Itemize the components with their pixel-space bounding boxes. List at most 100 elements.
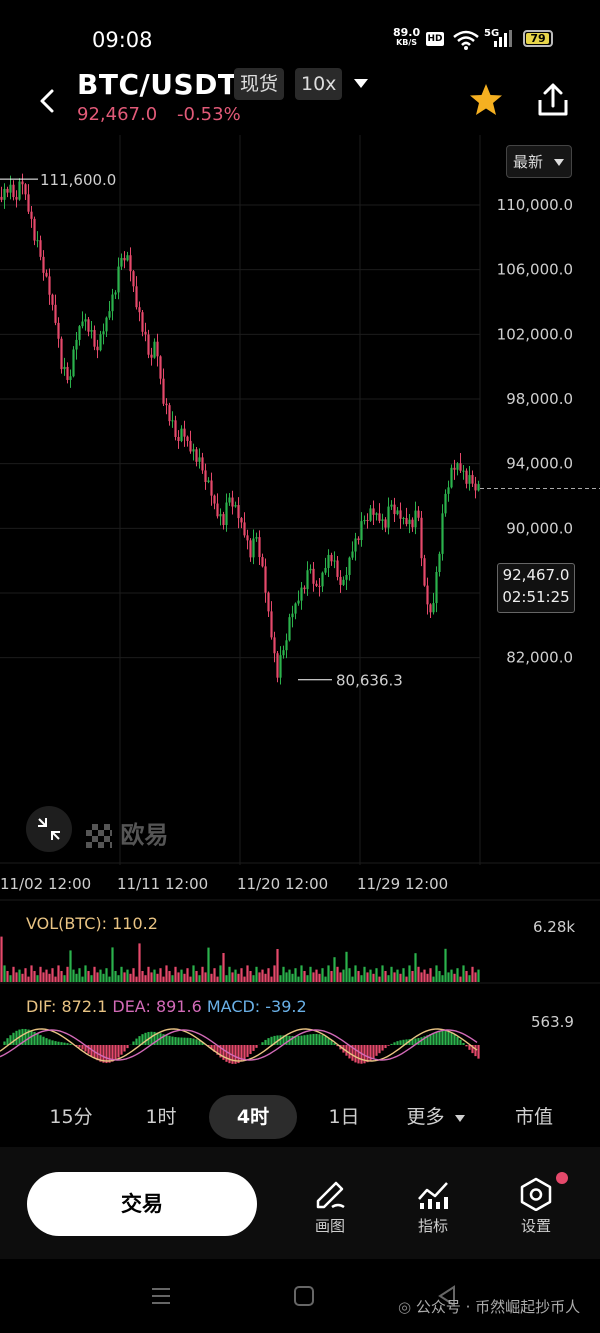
tab-4h[interactable]: 4时 [209, 1095, 297, 1139]
macd-bar [30, 1030, 33, 1045]
candle-body [132, 271, 135, 287]
tab-15m[interactable]: 15分 [40, 1095, 102, 1139]
volume-bar [393, 972, 396, 982]
candle-body [459, 463, 462, 471]
volume-bar [291, 973, 294, 982]
candle-body [435, 571, 438, 604]
macd-bar [120, 1045, 123, 1055]
tab-1h[interactable]: 1时 [130, 1095, 192, 1139]
collapse-chart-button[interactable] [26, 806, 72, 852]
pair-title[interactable]: BTC/USDT [77, 68, 237, 101]
macd-bar [444, 1030, 447, 1045]
candle-body [423, 558, 426, 586]
volume-bar [156, 973, 159, 982]
macd-bar [255, 1045, 258, 1048]
candle-body [150, 354, 153, 358]
tab-market-cap[interactable]: 市值 [503, 1095, 565, 1139]
volume-bar [396, 969, 399, 982]
volume-bar [228, 966, 231, 982]
candle-body [243, 522, 246, 536]
volume-bar [399, 973, 402, 982]
macd-bar [438, 1031, 441, 1045]
back-icon[interactable] [36, 88, 58, 114]
volume-bar [447, 972, 450, 982]
macd-bar [267, 1038, 270, 1045]
network-speed: 89.0 KB/S [393, 27, 420, 48]
dropdown-caret-icon[interactable] [353, 78, 369, 90]
macd-bar [252, 1045, 255, 1051]
macd-bar [63, 1042, 66, 1045]
candle-body [372, 508, 375, 515]
tab-1d[interactable]: 1日 [313, 1095, 375, 1139]
menu-icon[interactable] [150, 1285, 172, 1307]
tab-more[interactable]: 更多 [400, 1095, 472, 1139]
macd-bar [36, 1033, 39, 1045]
home-icon[interactable] [293, 1285, 315, 1307]
volume-bar [324, 976, 327, 982]
macd-bar [114, 1045, 117, 1060]
volume-bar [117, 975, 120, 982]
candle-body [213, 495, 216, 504]
volume-bar [333, 957, 336, 982]
share-icon[interactable] [535, 82, 571, 118]
volume-bar [444, 948, 447, 982]
candle-body [417, 510, 420, 518]
settings-button[interactable]: 设置 [501, 1177, 571, 1236]
candle-body [297, 600, 300, 604]
candle-body [108, 311, 111, 318]
volume-bar [99, 969, 102, 982]
macd-bar [477, 1045, 480, 1059]
volume-bar [390, 966, 393, 982]
indicators-label: 指标 [417, 1217, 448, 1235]
macd-bar [144, 1032, 147, 1045]
candle-body [249, 540, 252, 558]
volume-bar [153, 969, 156, 982]
candle-body [342, 579, 345, 585]
macd-bar [81, 1045, 84, 1050]
macd-bar [261, 1042, 264, 1045]
y-tick-label: 98,000.0 [506, 390, 573, 408]
x-time-label: 11/11 12:00 [117, 875, 208, 893]
draw-tool-button[interactable]: 画图 [295, 1177, 365, 1236]
volume-bar [441, 975, 444, 982]
macd-bar [312, 1033, 315, 1045]
wechat-icon: ◎ [398, 1298, 412, 1316]
candle-body [324, 567, 327, 573]
candle-body [414, 510, 417, 528]
volume-bar [456, 968, 459, 982]
trade-button[interactable]: 交易 [27, 1172, 257, 1236]
candle-body [303, 587, 306, 590]
candle-body [411, 519, 414, 528]
volume-bar [87, 971, 90, 982]
candle-body [360, 521, 363, 540]
candle-body [456, 463, 459, 470]
volume-bar [402, 968, 405, 982]
volume-bar [435, 965, 438, 982]
watermark: ◎ 公众号 · 币然崛起抄币人 [398, 1296, 580, 1317]
candle-body [12, 184, 15, 198]
latest-button[interactable]: 最新 [506, 145, 572, 178]
candle-body [135, 286, 138, 308]
candle-body [75, 339, 78, 350]
volume-bar [63, 975, 66, 982]
watermark-text: 公众号 · 币然崛起抄币人 [415, 1298, 581, 1316]
candle-body [171, 420, 174, 422]
indicators-button[interactable]: 指标 [398, 1177, 468, 1236]
price-chart[interactable]: 82,000.086,000.090,000.094,000.098,000.0… [0, 135, 600, 1095]
volume-bar [135, 976, 138, 982]
volume-bar [351, 976, 354, 982]
net-speed-unit: KB/S [396, 38, 418, 47]
volume-bar [39, 966, 42, 982]
volume-bar [273, 965, 276, 982]
candle-body [123, 257, 126, 261]
volume-bar [321, 968, 324, 982]
candle-body [321, 572, 324, 587]
candle-body [60, 338, 63, 370]
favorite-star-icon[interactable] [468, 82, 504, 118]
candle-body [402, 518, 405, 520]
volume-bar [27, 976, 30, 982]
volume-bar [45, 969, 48, 982]
battery-icon: 79 [523, 30, 553, 47]
candle-body [267, 592, 270, 612]
volume-bar [111, 947, 114, 982]
